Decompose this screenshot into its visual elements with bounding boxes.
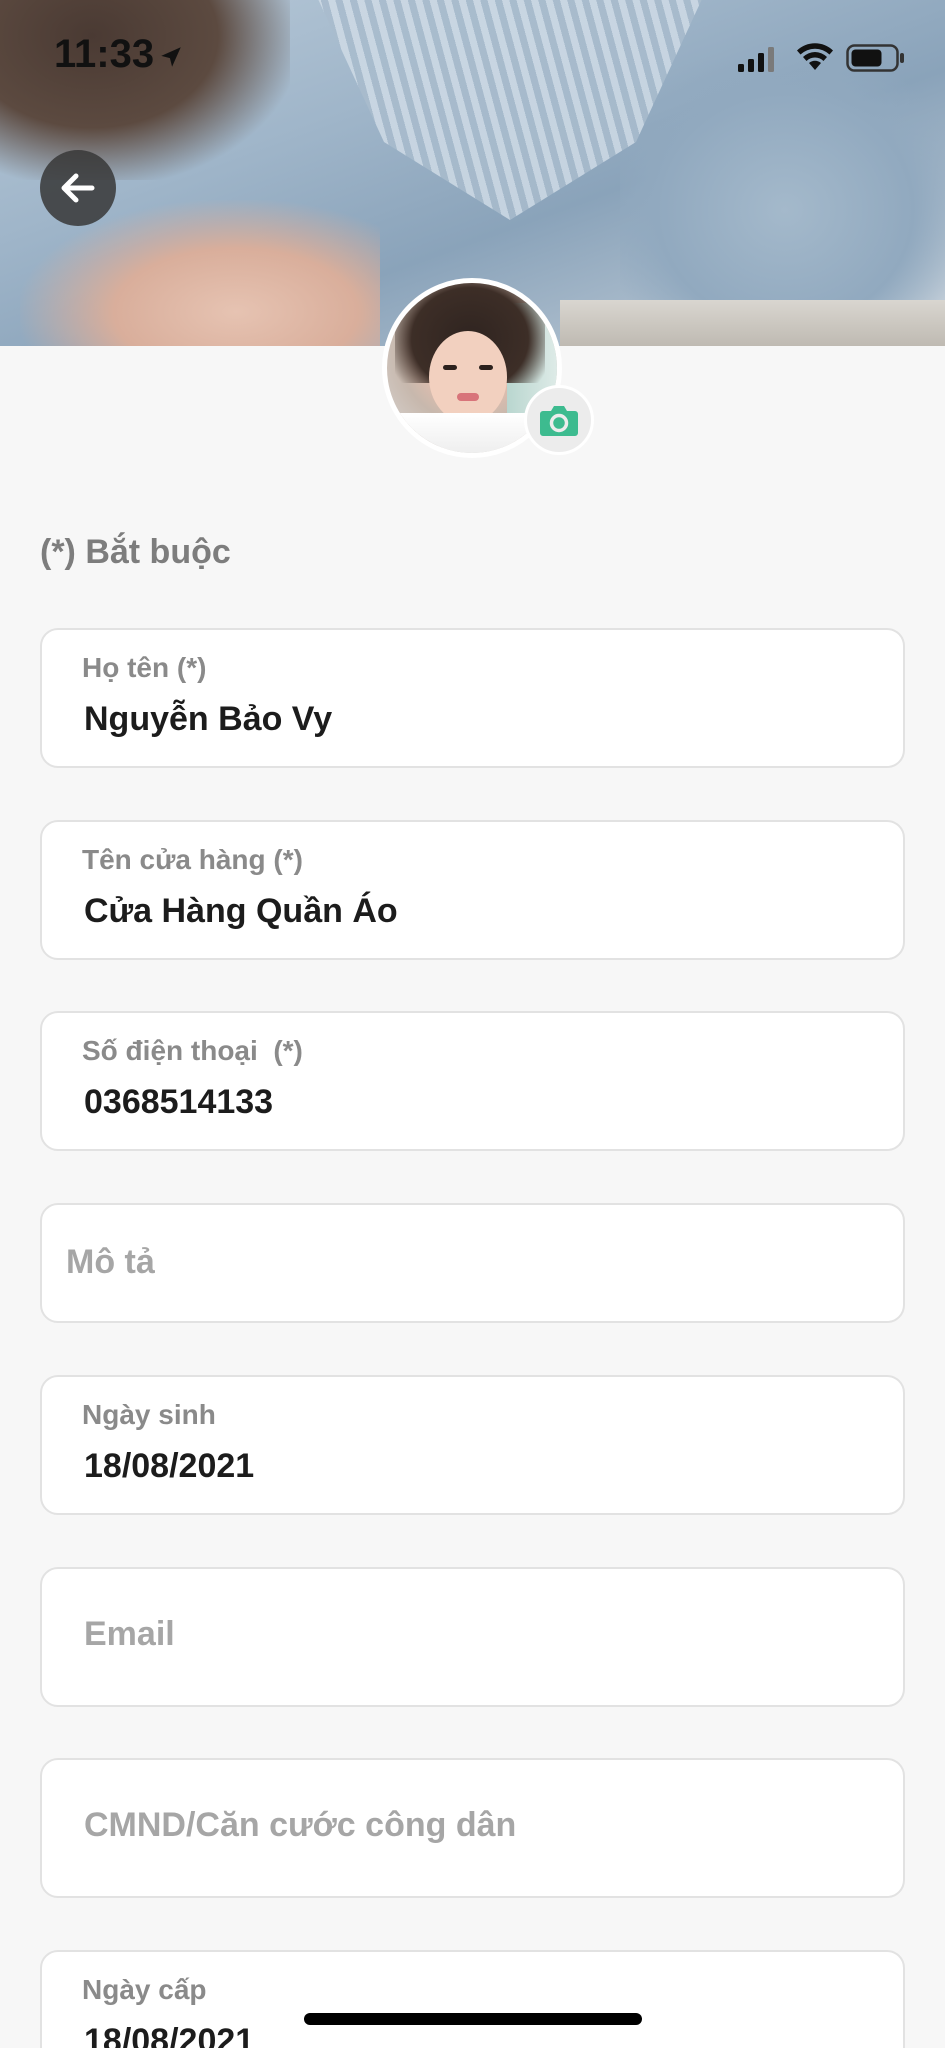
status-bar: 11:33 <box>0 0 945 110</box>
id-card-field[interactable]: CMND/Căn cước công dân <box>40 1758 905 1898</box>
phone-field[interactable]: Số điện thoại (*) 0368514133 <box>40 1011 905 1151</box>
wifi-icon <box>797 43 833 70</box>
avatar-eye-right <box>479 365 493 370</box>
store-name-value[interactable]: Cửa Hàng Quần Áo <box>84 892 398 931</box>
description-field[interactable]: Mô tả <box>40 1203 905 1323</box>
change-avatar-button[interactable] <box>524 385 594 455</box>
arrow-left-icon <box>61 173 95 203</box>
issue-date-label: Ngày cấp <box>82 1974 207 2005</box>
email-field[interactable]: Email <box>40 1567 905 1707</box>
birthday-label: Ngày sinh <box>82 1399 216 1430</box>
description-placeholder: Mô tả <box>66 1243 155 1281</box>
camera-icon <box>540 406 578 436</box>
phone-value[interactable]: 0368514133 <box>84 1083 273 1122</box>
store-name-label: Tên cửa hàng (*) <box>82 844 303 875</box>
issue-date-field[interactable]: Ngày cấp 18/08/2021 <box>40 1950 905 2048</box>
birthday-field[interactable]: Ngày sinh 18/08/2021 <box>40 1375 905 1515</box>
location-arrow-icon <box>161 47 181 67</box>
cellular-signal-icon <box>738 47 774 72</box>
avatar-face <box>429 331 507 423</box>
full-name-label: Họ tên (*) <box>82 652 207 683</box>
required-note: (*) Bắt buộc <box>40 533 231 571</box>
full-name-value[interactable]: Nguyễn Bảo Vy <box>84 700 332 739</box>
back-button[interactable] <box>40 150 116 226</box>
battery-icon <box>846 44 904 72</box>
home-indicator <box>304 2013 642 2025</box>
status-time: 11:33 <box>54 32 155 76</box>
avatar-lips <box>457 393 479 401</box>
issue-date-value[interactable]: 18/08/2021 <box>84 2022 254 2048</box>
store-name-field[interactable]: Tên cửa hàng (*) Cửa Hàng Quần Áo <box>40 820 905 960</box>
birthday-value[interactable]: 18/08/2021 <box>84 1447 254 1486</box>
profile-edit-screen: 11:33 (*) Bắt buộc Họ tên (*) Nguyễn Bảo… <box>0 0 945 2048</box>
full-name-field[interactable]: Họ tên (*) Nguyễn Bảo Vy <box>40 628 905 768</box>
email-placeholder: Email <box>84 1615 175 1653</box>
cover-photo-table <box>560 300 945 346</box>
id-card-placeholder: CMND/Căn cước công dân <box>84 1806 517 1844</box>
avatar-eye-left <box>443 365 457 370</box>
phone-label: Số điện thoại (*) <box>82 1035 303 1066</box>
